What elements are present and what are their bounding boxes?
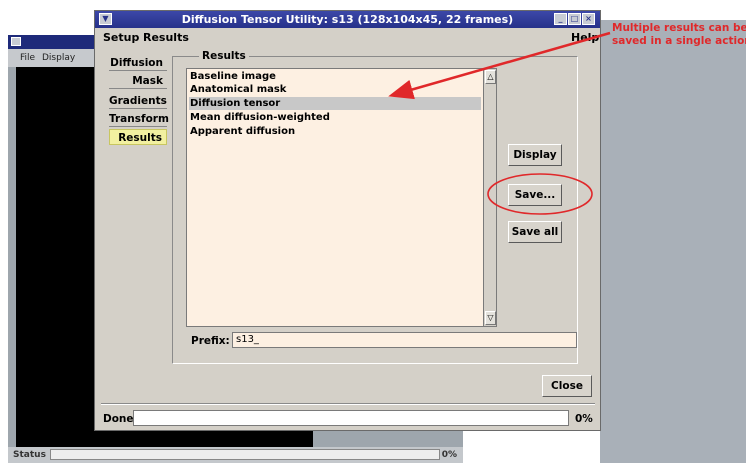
dialog-title: Diffusion Tensor Utility: s13 (128x104x4… — [181, 13, 514, 26]
prefix-input[interactable]: s13_ — [232, 332, 577, 348]
list-item-apparent-diffusion[interactable]: Apparent diffusion — [189, 125, 481, 138]
menu-results[interactable]: Results — [143, 31, 189, 44]
background-menu-file[interactable]: File — [20, 53, 35, 63]
background-menu-display[interactable]: Display — [42, 53, 75, 63]
display-button[interactable]: Display — [508, 144, 562, 166]
diffusion-tensor-dialog: ▼ Diffusion Tensor Utility: s13 (128x104… — [94, 10, 601, 431]
tab-mask[interactable]: Mask — [109, 73, 167, 89]
dialog-titlebar[interactable]: ▼ Diffusion Tensor Utility: s13 (128x104… — [95, 11, 600, 28]
progress-percent: 0% — [575, 413, 593, 425]
close-window-icon[interactable]: × — [582, 13, 595, 25]
results-scrollbar[interactable]: △ ▽ — [483, 68, 497, 327]
window-menu-icon[interactable]: ▼ — [99, 13, 112, 25]
background-statusbar: Status 0% — [8, 447, 463, 463]
tab-transform[interactable]: Transform — [109, 111, 169, 127]
results-list[interactable]: Baseline image Anatomical mask Diffusion… — [186, 68, 484, 327]
close-button[interactable]: Close — [542, 375, 592, 397]
window-menu-icon[interactable] — [11, 37, 21, 46]
list-item-anatomical-mask[interactable]: Anatomical mask — [189, 83, 481, 96]
save-all-button[interactable]: Save all — [508, 221, 562, 243]
menu-setup[interactable]: Setup — [103, 31, 139, 44]
scroll-up-icon[interactable]: △ — [485, 70, 496, 84]
results-group-label: Results — [199, 50, 249, 62]
menu-help[interactable]: Help — [571, 31, 599, 44]
background-status-label: Status — [13, 450, 46, 460]
background-status-percent: 0% — [441, 450, 457, 460]
status-label: Done — [103, 413, 134, 425]
annotation-callout: Multiple results can be saved in a singl… — [612, 22, 746, 48]
prefix-label: Prefix: — [191, 335, 230, 347]
minimize-icon[interactable]: _ — [554, 13, 567, 25]
annotation-line-2: saved in a single action — [612, 35, 746, 47]
list-item-mean-diffusion-weighted[interactable]: Mean diffusion-weighted — [189, 111, 481, 124]
tab-diffusion[interactable]: Diffusion — [109, 55, 167, 71]
save-button[interactable]: Save... — [508, 184, 562, 206]
annotation-line-1: Multiple results can be — [612, 22, 746, 34]
separator — [101, 403, 595, 405]
tab-results[interactable]: Results — [109, 129, 167, 145]
list-item-diffusion-tensor[interactable]: Diffusion tensor — [189, 97, 481, 110]
scroll-down-icon[interactable]: ▽ — [485, 311, 496, 325]
maximize-icon[interactable]: □ — [568, 13, 581, 25]
tab-gradients[interactable]: Gradients — [109, 93, 167, 109]
list-item-baseline-image[interactable]: Baseline image — [189, 70, 481, 83]
progress-bar — [133, 410, 569, 426]
desktop-background — [600, 20, 746, 463]
dialog-menubar: Setup Results Help — [95, 28, 600, 46]
background-progress-bar — [50, 449, 440, 460]
